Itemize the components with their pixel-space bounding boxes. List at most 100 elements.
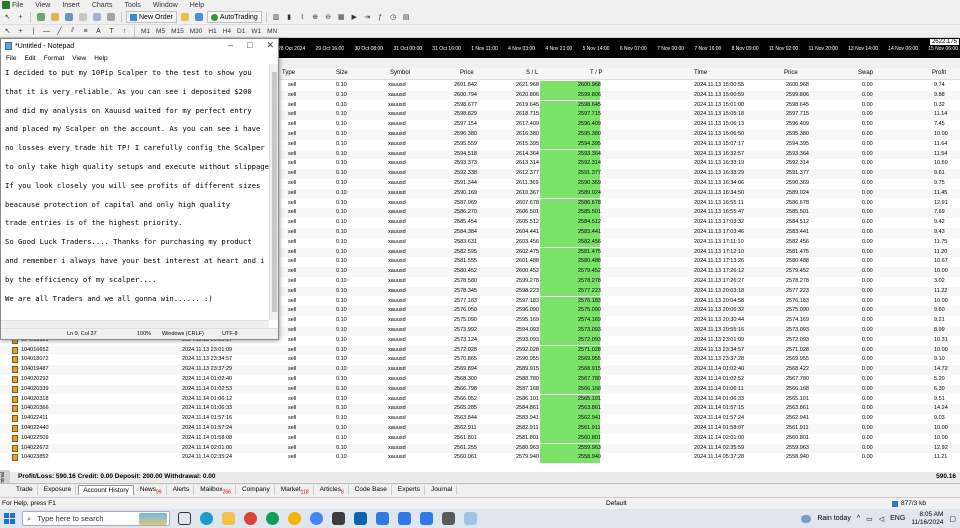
table-row[interactable]: 104020366 2024.11.14 01:06:33 sell 0.10 xauu… (0, 404, 960, 414)
mail-icon[interactable] (354, 512, 367, 525)
notepad-taskbar-icon[interactable] (464, 512, 477, 525)
terminal-tab[interactable]: Articles8 (316, 484, 349, 495)
new-chart-icon[interactable] (35, 12, 47, 23)
horizontal-scrollbar[interactable] (1, 320, 269, 328)
tester-icon[interactable] (105, 12, 117, 23)
zoom-in-icon[interactable]: ⊕ (310, 12, 321, 23)
shift-icon[interactable]: ⇥ (362, 12, 373, 23)
crosshair-icon[interactable]: + (15, 26, 26, 37)
weather-text[interactable]: Rain today (817, 515, 850, 522)
notepad-window[interactable]: *Untitled - Notepad – □ ✕ File Edit Format… (0, 38, 279, 340)
terminal-tab[interactable]: Exposure (40, 484, 77, 495)
profiles-icon[interactable] (49, 12, 61, 23)
tray-chevron-icon[interactable]: ^ (857, 515, 860, 522)
table-row[interactable]: 104023852 2024.11.14 02:35:24 sell 0.10 xauu… (0, 453, 960, 463)
column-header[interactable]: Price (784, 70, 798, 76)
metatrader-icon[interactable] (376, 512, 389, 525)
line-chart-icon[interactable]: ⌇ (297, 12, 308, 23)
terminal-tab[interactable]: News99 (136, 484, 167, 495)
task-view-icon[interactable] (178, 512, 191, 525)
file-explorer-icon[interactable] (222, 512, 235, 525)
start-button[interactable] (4, 513, 15, 524)
notepad-titlebar[interactable]: *Untitled - Notepad – □ ✕ (1, 39, 278, 53)
terminal-tab[interactable]: Trade (12, 484, 38, 495)
terminal-tab[interactable]: Experts (394, 484, 425, 495)
trendline-icon[interactable]: ╱ (54, 26, 65, 37)
column-header[interactable]: Size (336, 70, 348, 76)
templates-icon[interactable]: ▤ (401, 12, 412, 23)
timeframe-button[interactable]: MN (265, 28, 279, 35)
chrome-icon[interactable] (244, 512, 257, 525)
indicators-icon[interactable]: ƒ (375, 12, 386, 23)
timeframe-button[interactable]: H1 (206, 28, 218, 35)
network-icon[interactable]: ▭ (866, 515, 873, 523)
table-row[interactable]: 104022509 2024.11.14 01:58:08 sell 0.10 xauu… (0, 433, 960, 444)
calculator-icon[interactable] (442, 512, 455, 525)
terminal-tab[interactable]: Journal (427, 484, 458, 495)
notepad-menu-item[interactable]: Format (44, 55, 65, 62)
notepad-text-area[interactable]: I decided to put my 10Pip Scalper to the… (3, 64, 269, 326)
chrome-alt-icon[interactable] (288, 512, 301, 525)
timeframe-button[interactable]: H4 (221, 28, 233, 35)
vertical-scrollbar[interactable] (269, 64, 278, 320)
channel-icon[interactable]: ⫽ (67, 26, 78, 37)
close-icon[interactable]: ✕ (266, 40, 274, 51)
clock[interactable]: 8:05 AM 11/16/2024 (911, 511, 943, 526)
taskbar-search[interactable]: ⌕ Type here to search (22, 511, 170, 526)
vertical-line-icon[interactable]: | (28, 26, 39, 37)
column-header[interactable]: Time (694, 70, 707, 76)
timeframe-button[interactable]: M30 (188, 28, 205, 35)
menu-item[interactable]: File (12, 2, 23, 9)
menu-item[interactable]: Window (153, 2, 178, 9)
notepad-menu-item[interactable]: Edit (24, 55, 35, 62)
table-row[interactable]: 104020339 2024.11.14 01:02:53 sell 0.10 xauu… (0, 384, 960, 395)
chrome-profile-icon[interactable] (266, 512, 279, 525)
timeframe-button[interactable]: M5 (154, 28, 167, 35)
metaeditor-icon[interactable] (179, 12, 191, 23)
cursor-icon[interactable]: ↖ (2, 12, 13, 23)
ide-icon[interactable] (193, 12, 205, 23)
column-header[interactable]: Swap (858, 70, 873, 76)
timeframe-button[interactable]: D1 (235, 28, 247, 35)
table-row[interactable]: 104020318 2024.11.14 01:06:12 sell 0.10 xauu… (0, 394, 960, 405)
terminal-icon[interactable] (91, 12, 103, 23)
terminal-tab[interactable]: Mailbox266 (196, 484, 236, 495)
auto-trading-button[interactable]: AutoTrading (206, 11, 262, 23)
zoom-out-icon[interactable]: ⊖ (323, 12, 334, 23)
terminal-tab[interactable]: Code Base (351, 484, 392, 495)
fibonacci-icon[interactable]: ≡ (80, 26, 91, 37)
notifications-icon[interactable]: ▢ (949, 515, 956, 523)
table-row[interactable]: 104018072 2024.11.13 23:34:57 sell 0.10 xauu… (0, 355, 960, 365)
notepad-menu-item[interactable]: File (6, 55, 16, 62)
table-row[interactable]: 104016652 2024.11.13 23:01:09 sell 0.10 xauu… (0, 345, 960, 356)
arrows-icon[interactable]: ↑ (119, 26, 130, 37)
metatrader-alt-icon[interactable] (398, 512, 411, 525)
cursor-icon[interactable]: ↖ (2, 26, 13, 37)
terminal-tab[interactable]: Alerts (169, 484, 195, 495)
label-tool-icon[interactable]: T (106, 26, 117, 37)
column-header[interactable]: Price (460, 70, 474, 76)
language-indicator[interactable]: ENG (890, 515, 905, 522)
store-icon[interactable] (332, 512, 345, 525)
bar-chart-icon[interactable]: ▥ (271, 12, 282, 23)
app-icon[interactable] (310, 512, 323, 525)
notepad-menu-item[interactable]: Help (94, 55, 107, 62)
edge-icon[interactable] (200, 512, 213, 525)
table-row[interactable]: 104022672 2024.11.14 02:01:00 sell 0.10 xauu… (0, 443, 960, 454)
terminal-tab[interactable]: Account History (78, 484, 134, 495)
minimize-icon[interactable]: – (228, 40, 233, 51)
horizontal-line-icon[interactable]: — (41, 26, 52, 37)
crosshair-icon[interactable]: + (15, 12, 26, 23)
timeframe-button[interactable]: M15 (169, 28, 186, 35)
table-row[interactable]: 104020292 2024.11.14 01:02:40 sell 0.10 xauu… (0, 375, 960, 385)
volume-icon[interactable]: ◁ (879, 515, 884, 523)
candle-chart-icon[interactable]: ▮ (284, 12, 295, 23)
notepad-menu-item[interactable]: View (72, 55, 86, 62)
column-header[interactable]: Symbol (390, 70, 410, 76)
column-header[interactable]: Type (282, 70, 295, 76)
timeframe-button[interactable]: W1 (249, 28, 263, 35)
new-order-button[interactable]: New Order (126, 11, 177, 23)
scrollbar-thumb[interactable] (272, 72, 277, 312)
terminal-tab[interactable]: Company (238, 484, 275, 495)
navigator-icon[interactable] (77, 12, 89, 23)
